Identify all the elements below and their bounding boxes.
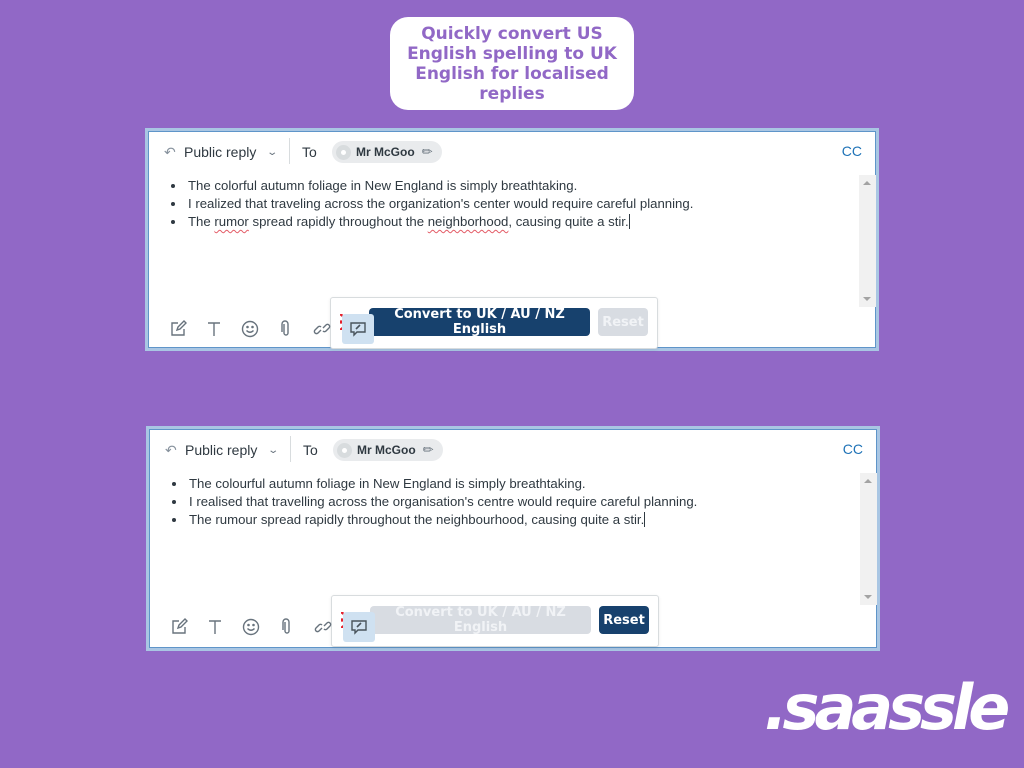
editor-toolbar bbox=[163, 612, 375, 642]
bullet-list: The colourful autumn foliage in New Engl… bbox=[187, 475, 697, 529]
list-item: I realised that travelling across the or… bbox=[187, 493, 697, 511]
convert-button[interactable]: Convert to UK / AU / NZ English bbox=[370, 605, 591, 635]
scrollbar[interactable] bbox=[860, 473, 877, 605]
misspelled-word[interactable]: rumor bbox=[214, 214, 248, 229]
recipient-chip[interactable]: Mr McGoo ✏︎ bbox=[332, 141, 442, 163]
editor-toolbar bbox=[162, 314, 374, 344]
message-body[interactable]: The colorful autumn foliage in New Engla… bbox=[148, 175, 864, 349]
bullet-text: I realised that travelling across the or… bbox=[189, 494, 698, 509]
reply-arrow-icon: ↶ bbox=[165, 442, 177, 458]
text-cursor bbox=[628, 214, 630, 229]
bullet-text: The rumour spread rapidly throughout the… bbox=[189, 512, 645, 527]
comment-icon bbox=[350, 322, 366, 337]
caption-text: Quickly convert US English spelling to U… bbox=[407, 23, 617, 104]
scroll-down-arrow-icon[interactable] bbox=[864, 595, 872, 599]
chevron-down-icon: ⌄ bbox=[267, 444, 280, 456]
header-divider bbox=[290, 436, 291, 462]
reply-editor-after: ↶ Public reply ⌄ To Mr McGoo ✏︎ CC The c… bbox=[146, 426, 880, 651]
emoji-icon bbox=[242, 618, 260, 636]
emoji-button[interactable] bbox=[234, 314, 266, 344]
list-item: I realized that traveling across the org… bbox=[186, 195, 693, 213]
recipient-chip[interactable]: Mr McGoo ✏︎ bbox=[333, 439, 443, 461]
list-item: The rumor spread rapidly throughout the … bbox=[186, 213, 693, 231]
message-body[interactable]: The colourful autumn foliage in New Engl… bbox=[149, 473, 865, 647]
compose-icon bbox=[171, 320, 187, 336]
scroll-down-arrow-icon[interactable] bbox=[863, 297, 871, 301]
recipient-name: Mr McGoo bbox=[356, 145, 415, 159]
emoji-icon bbox=[241, 320, 259, 338]
attachment-button[interactable] bbox=[271, 612, 303, 642]
text-format-icon bbox=[208, 322, 220, 336]
bullet-text: The colourful autumn foliage in New Engl… bbox=[189, 476, 586, 491]
link-icon bbox=[313, 323, 331, 335]
link-icon bbox=[314, 621, 332, 633]
scroll-up-arrow-icon[interactable] bbox=[863, 181, 871, 185]
reply-header: ↶ Public reply ⌄ To Mr McGoo ✏︎ CC bbox=[149, 429, 877, 473]
avatar-icon bbox=[336, 144, 351, 160]
spelling-converter-widget: Convert to UK / AU / NZ English Reset bbox=[330, 297, 658, 349]
compose-icon bbox=[172, 618, 188, 634]
scroll-up-arrow-icon[interactable] bbox=[864, 479, 872, 483]
emoji-button[interactable] bbox=[235, 612, 267, 642]
cc-link[interactable]: CC bbox=[843, 441, 863, 457]
bullet-text: spread rapidly throughout the bbox=[248, 214, 428, 229]
list-item: The colourful autumn foliage in New Engl… bbox=[187, 475, 697, 493]
text-cursor bbox=[644, 512, 646, 527]
bullet-text: I realized that traveling across the org… bbox=[188, 196, 694, 211]
recipient-name: Mr McGoo bbox=[357, 443, 416, 457]
attachment-button[interactable] bbox=[270, 314, 302, 344]
to-label: To bbox=[302, 144, 317, 160]
comment-button[interactable] bbox=[342, 314, 374, 344]
bullet-text: , causing quite a stir. bbox=[508, 214, 629, 229]
scrollbar[interactable] bbox=[859, 175, 876, 307]
text-format-button[interactable] bbox=[199, 612, 231, 642]
comment-icon bbox=[351, 620, 367, 635]
header-divider bbox=[289, 138, 290, 164]
pencil-icon[interactable]: ✏︎ bbox=[422, 144, 433, 160]
reply-type-label: Public reply bbox=[185, 442, 258, 458]
cc-link[interactable]: CC bbox=[842, 143, 862, 159]
pencil-icon[interactable]: ✏︎ bbox=[423, 442, 434, 458]
list-item: The colorful autumn foliage in New Engla… bbox=[186, 177, 693, 195]
link-button[interactable] bbox=[307, 612, 339, 642]
reset-button[interactable]: Reset bbox=[598, 308, 648, 336]
convert-button[interactable]: Convert to UK / AU / NZ English bbox=[369, 307, 590, 337]
comment-button[interactable] bbox=[343, 612, 375, 642]
logo-text: .saassle bbox=[764, 671, 1010, 744]
reply-editor-before: ↶ Public reply ⌄ To Mr McGoo ✏︎ CC The c… bbox=[145, 128, 879, 351]
reply-header: ↶ Public reply ⌄ To Mr McGoo ✏︎ CC bbox=[148, 131, 876, 175]
reply-type-dropdown[interactable]: ↶ Public reply ⌄ bbox=[164, 144, 279, 160]
bullet-text: The colorful autumn foliage in New Engla… bbox=[188, 178, 578, 193]
text-format-icon bbox=[209, 620, 221, 634]
avatar-icon bbox=[337, 442, 352, 458]
reply-type-dropdown[interactable]: ↶ Public reply ⌄ bbox=[165, 442, 280, 458]
chevron-down-icon: ⌄ bbox=[266, 146, 279, 158]
spelling-converter-widget: Convert to UK / AU / NZ English Reset bbox=[331, 595, 659, 647]
saassle-logo: .saassle bbox=[764, 668, 1010, 748]
bullet-text: The bbox=[188, 214, 215, 229]
to-label: To bbox=[303, 442, 318, 458]
compose-button[interactable] bbox=[163, 612, 195, 642]
text-format-button[interactable] bbox=[198, 314, 230, 344]
compose-button[interactable] bbox=[162, 314, 194, 344]
misspelled-word[interactable]: neighborhood bbox=[428, 214, 509, 229]
caption-banner: Quickly convert US English spelling to U… bbox=[390, 17, 634, 110]
bullet-list: The colorful autumn foliage in New Engla… bbox=[186, 177, 693, 231]
attachment-icon bbox=[282, 618, 290, 634]
reset-button[interactable]: Reset bbox=[599, 606, 649, 634]
reply-arrow-icon: ↶ bbox=[164, 144, 176, 160]
attachment-icon bbox=[281, 320, 289, 336]
reply-type-label: Public reply bbox=[184, 144, 257, 160]
list-item: The rumour spread rapidly throughout the… bbox=[187, 511, 697, 529]
link-button[interactable] bbox=[306, 314, 338, 344]
